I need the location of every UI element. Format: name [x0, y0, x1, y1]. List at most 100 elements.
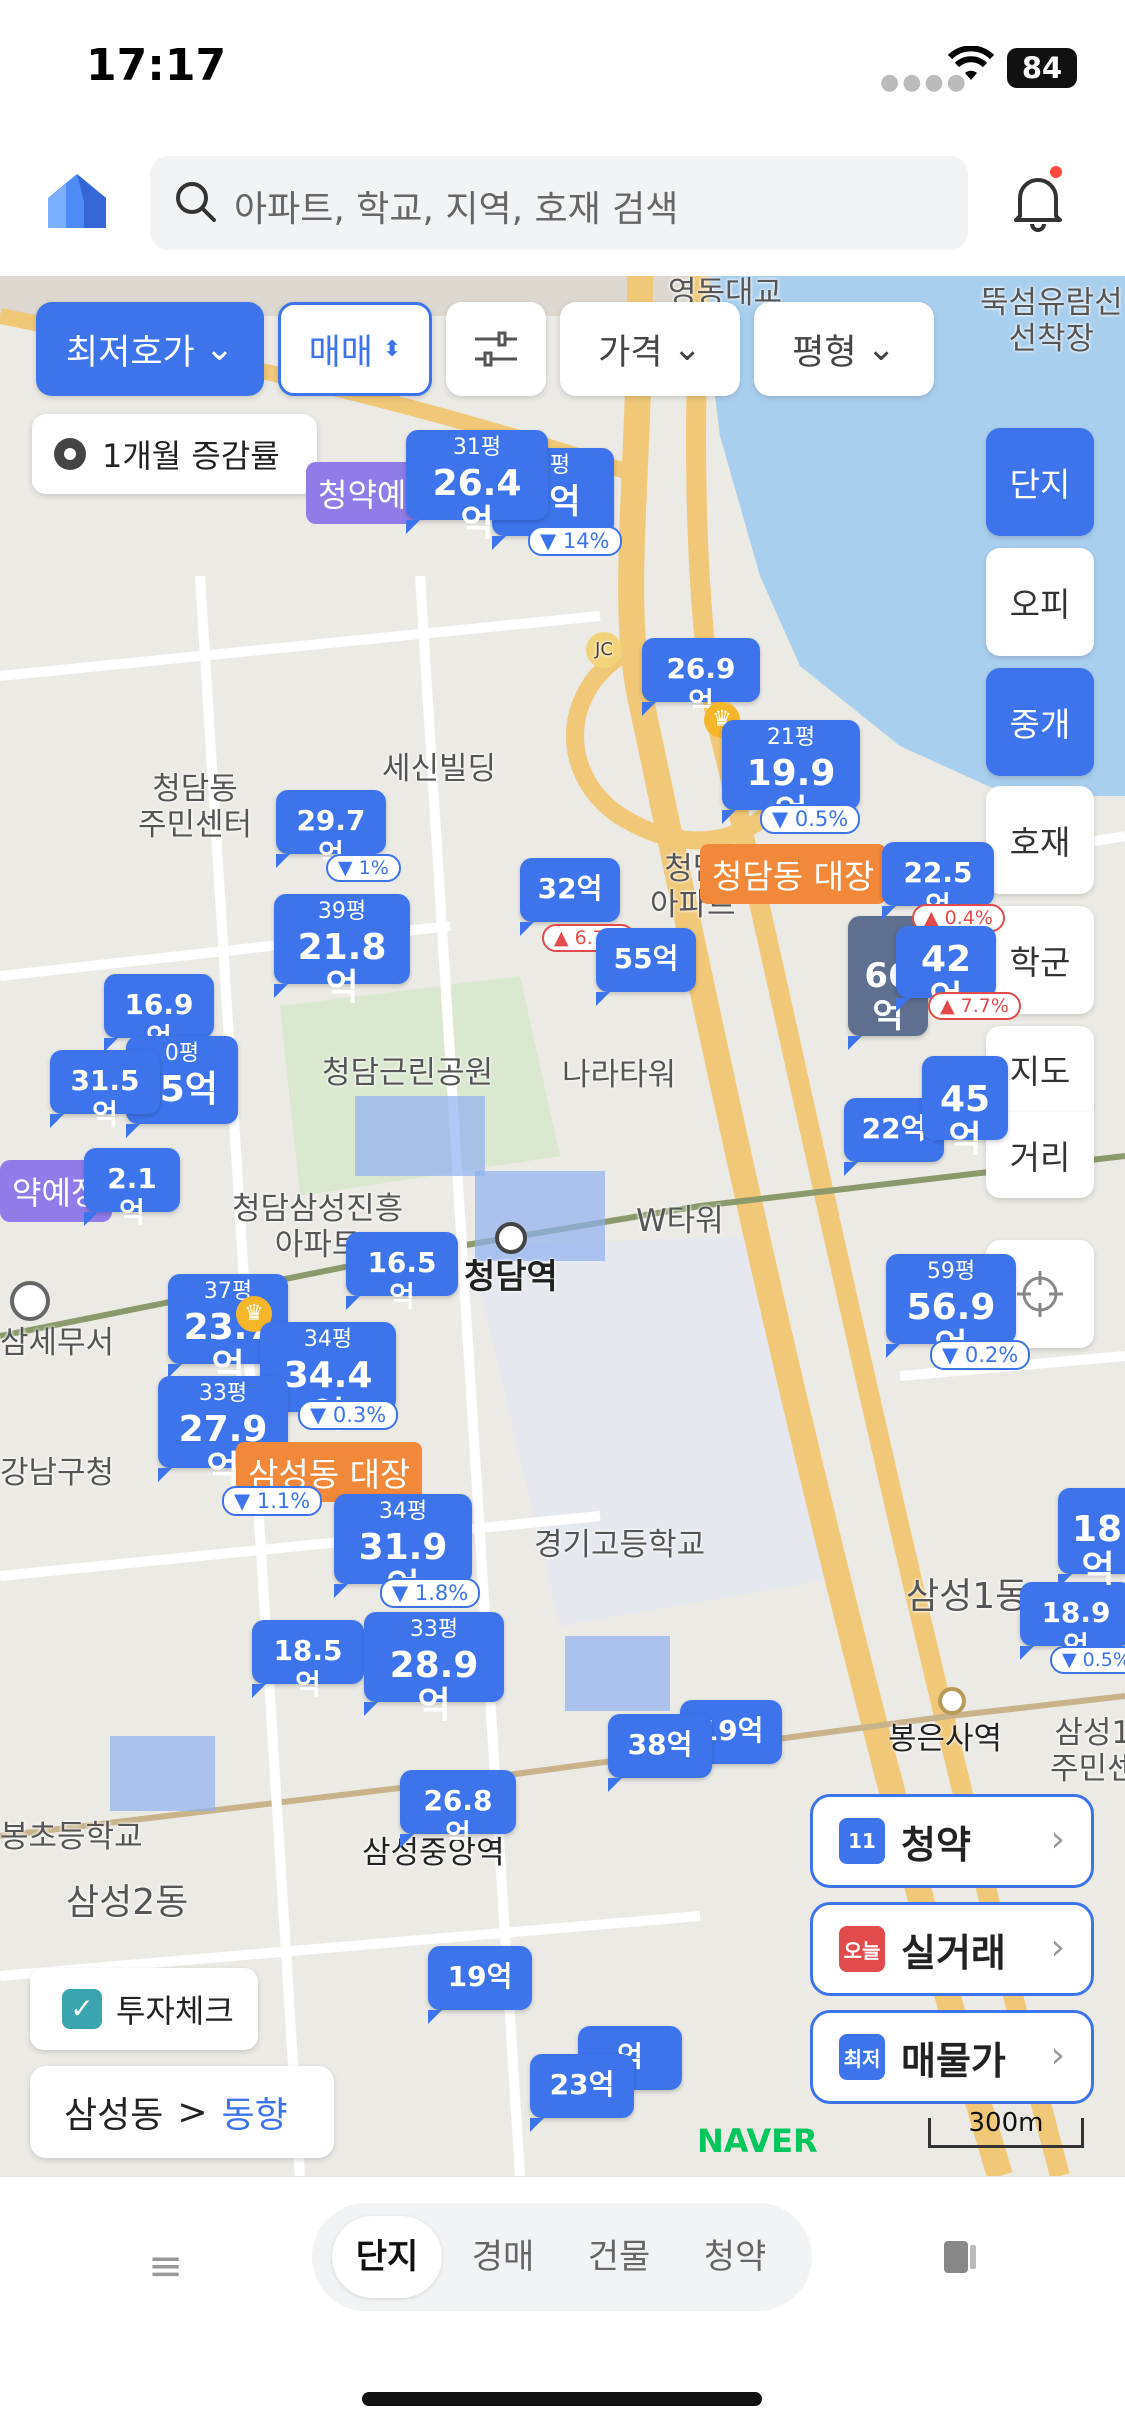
filter-settings-button[interactable]: [446, 302, 546, 396]
price-pin[interactable]: 16.5억: [346, 1232, 458, 1313]
map-label: 청담근린공원: [322, 1055, 494, 1091]
lowest-icon: 최저: [839, 2034, 885, 2080]
price-pin[interactable]: 19억: [428, 1946, 532, 2024]
presale-quick-button[interactable]: 11 청약 ›: [810, 1794, 1094, 1888]
chevron-down-icon: ⌄: [866, 329, 896, 369]
map-label: 삼성1동 주민센터: [1050, 1715, 1125, 1787]
price-pin[interactable]: 38억: [608, 1714, 712, 1792]
region-trend-link[interactable]: 동향: [222, 2086, 288, 2138]
size-filter[interactable]: 평형 ⌄: [754, 302, 934, 396]
layer-development-button[interactable]: 호재: [986, 786, 1094, 894]
today-icon: 오늘: [839, 1926, 885, 1972]
sliders-icon: [475, 331, 517, 367]
rate-toggle-label: 1개월 증감률: [102, 437, 280, 475]
checkbox-icon: ✓: [62, 1989, 102, 2029]
chevron-down-icon: ⌄: [672, 329, 702, 369]
map-label: 강남구청: [0, 1455, 115, 1491]
price-pin[interactable]: 18.5억: [252, 1620, 364, 1701]
price-pin[interactable]: 31평 26.4억: [406, 430, 548, 544]
invest-check-toggle[interactable]: ✓ 투자체크: [30, 1968, 258, 2050]
change-badge: ▼ 1.8%: [380, 1578, 481, 1608]
map-view[interactable]: 영동대교 뚝섬유람선 선착장 JC 세신빌딩 청담동 주민센터 청담 아파트 청…: [0, 276, 1125, 2176]
map-label: 경기고등학교: [534, 1527, 706, 1563]
price-pin[interactable]: 55억: [596, 928, 696, 1006]
notification-badge: [1050, 166, 1062, 178]
bell-icon: [1014, 178, 1062, 232]
home-indicator: [362, 2392, 762, 2406]
map-label: 세신빌딩: [382, 751, 497, 787]
map-label: 나라타워: [562, 1057, 677, 1093]
quick-label: 청약: [901, 1822, 971, 1867]
map-label: 청담동 주민센터: [138, 771, 253, 843]
layer-complex-button[interactable]: 단지: [986, 428, 1094, 536]
menu-icon[interactable]: ≡: [148, 2241, 183, 2290]
change-badge: ▼ 0.2%: [930, 1340, 1031, 1370]
district-label: 삼성2동: [66, 1882, 189, 1923]
quick-label: 매물가: [901, 2038, 1006, 2083]
status-bar: 17:17 ●●●● 84: [0, 0, 1125, 140]
price-pin[interactable]: 26.9억: [642, 638, 760, 719]
price-pin[interactable]: 22.5억: [882, 842, 994, 923]
tab-building[interactable]: 건물: [564, 2216, 674, 2298]
layer-agent-button[interactable]: 중개: [986, 668, 1094, 776]
tab-complex[interactable]: 단지: [332, 2216, 442, 2298]
tab-auction[interactable]: 경매: [448, 2216, 558, 2298]
price-pin[interactable]: 26.8억: [400, 1770, 516, 1851]
price-pin[interactable]: 23억: [530, 2054, 634, 2132]
map-label: 뚝섬유람선 선착장: [980, 285, 1123, 357]
change-badge: ▲ 7.7%: [928, 992, 1021, 1020]
change-badge: ▼ 0.5%: [760, 804, 861, 834]
notification-button[interactable]: [1010, 166, 1066, 236]
region-breadcrumb[interactable]: 삼성동 > 동향: [30, 2066, 334, 2158]
district-label: 삼성1동: [906, 1576, 1029, 1617]
status-time: 17:17: [86, 40, 227, 91]
transactions-quick-button[interactable]: 오늘 실거래 ›: [810, 1902, 1094, 1996]
crosshair-icon: [1017, 1271, 1063, 1317]
chevron-right-icon: ›: [1050, 1927, 1065, 1968]
chevron-right-icon: ›: [1050, 2035, 1065, 2076]
chevron-right-icon: ›: [1050, 1819, 1065, 1860]
price-pin[interactable]: 21평19.9억: [722, 720, 860, 834]
price-pin[interactable]: 45억: [922, 1056, 1008, 1160]
naver-logo: NAVER: [697, 2122, 818, 2160]
deal-type-filter[interactable]: 매매 ⬍: [278, 302, 432, 396]
layer-officetel-button[interactable]: 오피: [986, 548, 1094, 656]
home-logo-icon[interactable]: [44, 170, 110, 232]
chevron-right-icon: >: [177, 2091, 208, 2133]
price-pin[interactable]: 39평 21.8억: [274, 894, 410, 1008]
price-pin[interactable]: 18.5억: [1058, 1488, 1125, 1590]
mode-tabs: 단지 경매 건물 청약: [312, 2203, 812, 2311]
battery-icon: 84: [1007, 48, 1077, 88]
station-label: 청담역: [464, 1257, 558, 1297]
price-filter[interactable]: 가격 ⌄: [560, 302, 740, 396]
gear-icon: [54, 438, 86, 470]
map-label: W타워: [636, 1203, 724, 1239]
presale-label[interactable]: 청약예: [306, 462, 419, 524]
price-pin[interactable]: 34평31.9억: [334, 1494, 472, 1608]
leader-tag[interactable]: 청담동 대장: [700, 844, 887, 904]
change-badge: ▼ 0.5%: [1050, 1646, 1125, 1674]
listing-price-quick-button[interactable]: 최저 매물가 ›: [810, 2010, 1094, 2104]
search-icon: [176, 182, 216, 222]
search-bar[interactable]: 아파트, 학교, 지역, 호재 검색: [150, 156, 968, 250]
station-label: 봉은사역: [888, 1721, 1003, 1757]
wifi-icon: [948, 46, 994, 80]
tab-presale[interactable]: 청약: [680, 2216, 790, 2298]
price-pin[interactable]: 2.1억: [84, 1148, 180, 1229]
sort-filter[interactable]: 최저호가 ⌄: [36, 302, 264, 396]
price-pin[interactable]: 29.7억: [276, 790, 386, 871]
price-pin[interactable]: 16.9억: [104, 974, 214, 1055]
price-pin[interactable]: 32억: [520, 858, 620, 936]
calendar-icon: 11: [839, 1818, 885, 1864]
rate-toggle[interactable]: 1개월 증감률: [32, 414, 317, 494]
price-pin[interactable]: 33평 28.9억: [364, 1612, 504, 1726]
price-pin[interactable]: 59평56.9억: [886, 1254, 1016, 1368]
search-placeholder: 아파트, 학교, 지역, 호재 검색: [234, 189, 679, 230]
price-pin[interactable]: 31.5억: [50, 1050, 160, 1131]
sort-arrows-icon: ⬍: [382, 336, 402, 362]
map-label: 삼세무서: [0, 1325, 115, 1361]
map-label: 봉초등학교: [0, 1819, 143, 1855]
change-badge: ▼ 1.1%: [222, 1486, 323, 1516]
panel-toggle-icon[interactable]: [940, 2237, 980, 2277]
price-pin[interactable]: 42억: [896, 926, 996, 1020]
